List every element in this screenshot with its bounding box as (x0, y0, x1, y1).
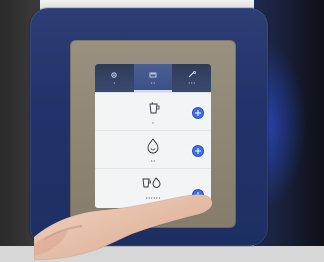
tab-program-label: • • (151, 80, 155, 85)
tab-tools-label: • • • (188, 80, 195, 85)
cup-icon (145, 100, 161, 121)
add-item-button[interactable] (192, 107, 204, 119)
list-item-label: • (152, 120, 154, 125)
list-item-label: • • (151, 158, 155, 163)
program-icon (149, 72, 157, 78)
settings-icon (111, 72, 117, 78)
add-item-button[interactable] (192, 145, 204, 157)
blue-light-glow (266, 40, 306, 210)
tools-icon (188, 71, 196, 78)
drop-icon (144, 137, 162, 160)
pointing-hand (34, 194, 213, 261)
tab-program[interactable]: • • (133, 64, 173, 92)
top-tab-bar: • • • • • • (95, 64, 211, 92)
tab-tools[interactable]: • • • (172, 64, 211, 92)
tab-settings[interactable]: • (95, 64, 134, 92)
tab-settings-label: • (113, 80, 116, 85)
list-item[interactable]: • (95, 92, 211, 131)
list-item[interactable]: • • (95, 130, 211, 169)
